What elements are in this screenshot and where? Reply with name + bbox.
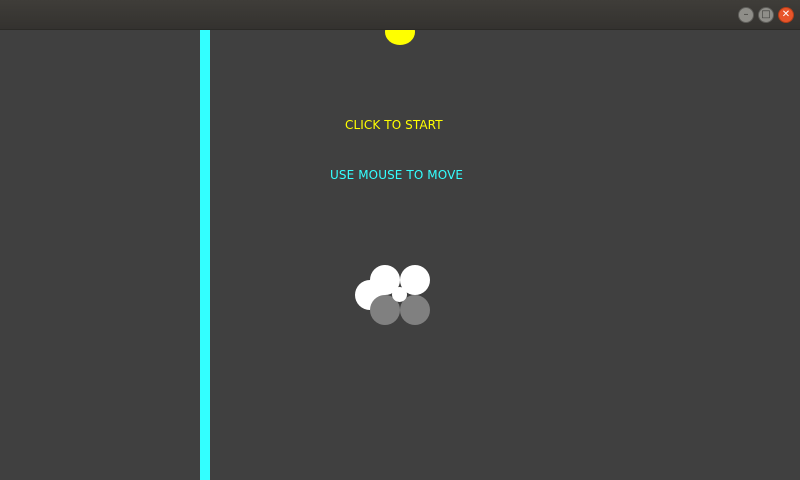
maximize-icon[interactable]: □ <box>758 7 774 23</box>
close-icon[interactable]: ✕ <box>778 7 794 23</box>
minimize-icon[interactable]: – <box>738 7 754 23</box>
white-ball <box>392 287 407 302</box>
title-bar[interactable]: – □ ✕ <box>0 0 800 30</box>
game-canvas[interactable]: CLICK TO START USE MOUSE TO MOVE <box>0 30 800 480</box>
start-message[interactable]: CLICK TO START <box>345 118 443 132</box>
instruction-message: USE MOUSE TO MOVE <box>330 168 464 182</box>
app-window: – □ ✕ CLICK TO START USE MOUSE TO MOVE <box>0 0 800 480</box>
cyan-wall <box>200 30 210 480</box>
yellow-sun <box>385 30 415 45</box>
